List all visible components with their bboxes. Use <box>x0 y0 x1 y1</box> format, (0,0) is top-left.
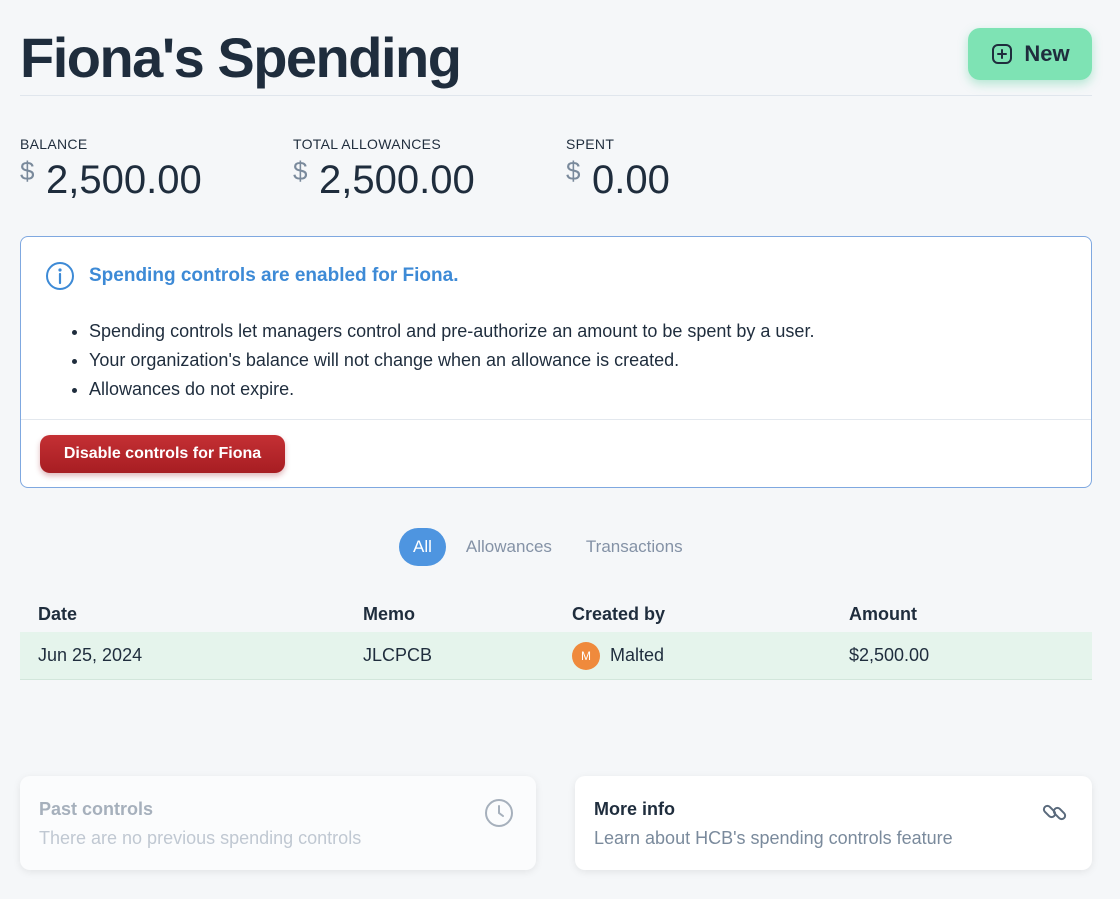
plus-square-icon <box>992 44 1013 64</box>
currency-symbol: $ <box>293 156 308 186</box>
info-bullet: Your organization's balance will not cha… <box>89 346 814 375</box>
page-title: Fiona's Spending <box>20 26 462 89</box>
column-header-date: Date <box>38 604 78 624</box>
new-button-label: New <box>1024 41 1070 66</box>
cell-created-by: Malted <box>610 645 665 665</box>
info-bullet: Spending controls let managers control a… <box>89 317 814 346</box>
info-list: Spending controls let managers control a… <box>89 317 814 404</box>
column-header-created-by: Created by <box>572 604 666 624</box>
column-header-amount: Amount <box>849 604 917 624</box>
filter-tabs: All Allowances Transactions <box>399 528 693 566</box>
card-subtitle: Learn about HCB's spending controls feat… <box>594 828 953 848</box>
stat-balance: BALANCE $ 2,500.00 <box>20 136 280 202</box>
stat-amount: 2,500.00 <box>46 158 202 202</box>
cell-amount: $2,500.00 <box>849 645 930 665</box>
card-subtitle: There are no previous spending controls <box>39 828 362 848</box>
tab-allowances[interactable]: Allowances <box>456 528 562 566</box>
info-title: Spending controls are enabled for Fiona. <box>89 265 459 286</box>
table-header: Date Memo Created by Amount <box>20 596 1092 632</box>
avatar: M <box>572 642 600 670</box>
stat-spent: SPENT $ 0.00 <box>566 136 826 202</box>
card-title: Past controls <box>39 799 154 819</box>
page-header: Fiona's Spending New <box>20 22 1092 96</box>
cell-date: Jun 25, 2024 <box>38 645 143 665</box>
stat-amount: 2,500.00 <box>319 158 475 202</box>
card-title: More info <box>594 799 675 819</box>
stat-total-allowances: TOTAL ALLOWANCES $ 2,500.00 <box>293 136 553 202</box>
cell-memo: JLCPCB <box>363 645 433 665</box>
link-icon <box>1042 804 1067 821</box>
info-icon <box>46 262 74 290</box>
stat-label: TOTAL ALLOWANCES <box>293 136 441 152</box>
table-row[interactable]: Jun 25, 2024 JLCPCB M Malted $2,500.00 <box>20 632 1092 680</box>
currency-symbol: $ <box>566 156 581 186</box>
currency-symbol: $ <box>20 156 35 186</box>
spending-controls-info: Spending controls are enabled for Fiona.… <box>20 236 1092 488</box>
stat-label: SPENT <box>566 136 615 152</box>
column-header-memo: Memo <box>363 604 416 624</box>
tab-transactions[interactable]: Transactions <box>576 528 693 566</box>
tab-all[interactable]: All <box>399 528 446 566</box>
stat-label: BALANCE <box>20 136 88 152</box>
clock-icon <box>485 799 513 827</box>
info-bullet: Allowances do not expire. <box>89 375 814 404</box>
more-info-card[interactable]: More info Learn about HCB's spending con… <box>575 776 1092 870</box>
spending-table: Date Memo Created by Amount Jun 25, 2024… <box>20 596 1092 680</box>
stat-amount: 0.00 <box>592 158 670 202</box>
divider <box>21 419 1091 420</box>
new-button[interactable]: New <box>968 28 1092 80</box>
past-controls-card[interactable]: Past controls There are no previous spen… <box>20 776 536 870</box>
disable-controls-button[interactable]: Disable controls for Fiona <box>40 435 285 473</box>
